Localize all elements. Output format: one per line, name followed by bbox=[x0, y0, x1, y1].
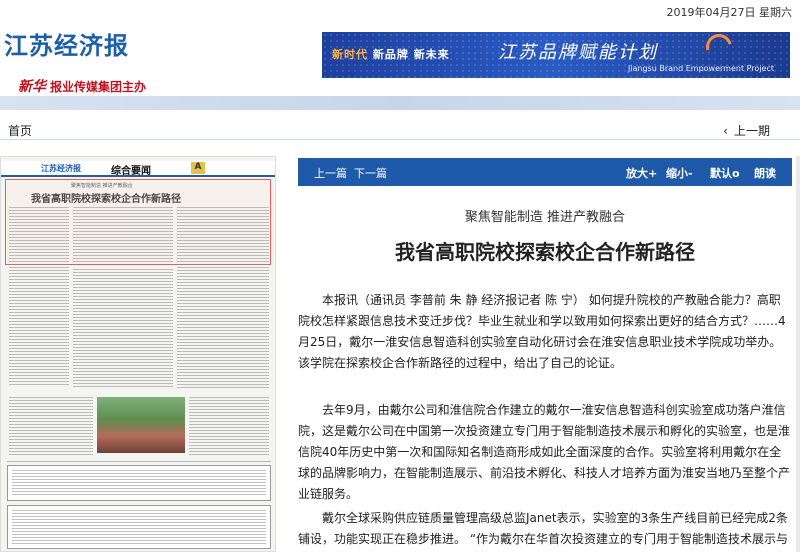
next-article-link[interactable]: 下一篇 bbox=[354, 165, 387, 181]
date-text: 2019年04月27日 星期六 bbox=[666, 6, 793, 19]
thumb-column-1[interactable] bbox=[9, 207, 69, 387]
default-size-button[interactable]: 默认o bbox=[710, 165, 740, 181]
read-aloud-button[interactable]: 朗读 bbox=[754, 165, 776, 181]
chevron-left-icon: ‹ bbox=[723, 124, 728, 138]
thumb-news-photo[interactable] bbox=[97, 397, 185, 453]
banner-subtitle: Jiangsu Brand Empowerment Project bbox=[627, 64, 774, 73]
article-paragraph: 本报讯（通讯员 李普前 朱 静 经济报记者 陈 宁） 如何提升院校的产教融合能力… bbox=[298, 293, 786, 370]
thumb-column-2[interactable] bbox=[73, 207, 173, 263]
thumb-column-4[interactable] bbox=[177, 207, 269, 389]
newspaper-page-thumbnail[interactable]: 江苏经济报 综合要闻 A 聚焦智能制造 推进产教融合 我省高职院校探索校企合作新… bbox=[0, 156, 276, 552]
article-toolbar: 上一篇 下一篇 放大+ 缩小- 默认o 朗读 bbox=[298, 158, 792, 186]
thumb-paper-name: 江苏经济报 bbox=[41, 164, 81, 173]
thumb-column-3[interactable] bbox=[73, 269, 173, 389]
brand-banner[interactable]: 新时代 新品牌 新未来 江苏品牌赋能计划 Jiangsu Brand Empow… bbox=[322, 32, 790, 78]
zoom-in-button[interactable]: 放大+ bbox=[626, 165, 657, 181]
banner-slogans: 新时代 新品牌 新未来 bbox=[332, 46, 450, 62]
home-link[interactable]: 首页 bbox=[8, 122, 32, 139]
prev-edition-link[interactable]: ‹ 上一期 bbox=[723, 122, 770, 139]
nav-bar: 首页 ‹ 上一期 bbox=[0, 118, 800, 140]
scrollbar[interactable] bbox=[796, 156, 800, 552]
article-headline: 我省高职院校探索校企合作新路径 bbox=[395, 240, 695, 264]
thumb-masthead: 江苏经济报 综合要闻 A bbox=[1, 161, 275, 177]
thumb-divider-1 bbox=[7, 461, 271, 462]
thumb-notice-text-1 bbox=[12, 470, 266, 496]
article-paragraph: 戴尔全球采购供应链质量管理高级总监Janet表示，实验室的3条生产线目前已经完成… bbox=[298, 511, 789, 546]
thumb-column-6[interactable] bbox=[189, 397, 269, 457]
banner-slogan-2: 新品牌 bbox=[372, 48, 409, 61]
article-kicker: 聚焦智能制造 推进产教融合 bbox=[464, 210, 626, 225]
banner-slogan-3: 新未来 bbox=[413, 48, 450, 61]
prev-edition-label: 上一期 bbox=[733, 124, 770, 138]
thumb-notice-box-1[interactable] bbox=[7, 465, 271, 501]
thumb-section: 综合要闻 bbox=[111, 166, 151, 177]
thumb-notice-box-2[interactable] bbox=[7, 505, 271, 549]
publisher-line: 新华 报业传媒集团主办 bbox=[18, 76, 146, 96]
banner-slogan-1: 新时代 bbox=[332, 48, 368, 61]
thumb-badge: A bbox=[191, 162, 205, 174]
publisher-logo: 新华 bbox=[18, 79, 46, 95]
prev-article-link[interactable]: 上一篇 bbox=[314, 165, 347, 181]
site-logo-title[interactable]: 江苏经济报 bbox=[4, 26, 129, 61]
publisher-text: 报业传媒集团主办 bbox=[50, 79, 147, 94]
thumb-column-5[interactable] bbox=[9, 397, 93, 457]
header-stripe bbox=[0, 96, 800, 110]
zoom-out-button[interactable]: 缩小- bbox=[666, 165, 693, 181]
banner-title: 江苏品牌赋能计划 bbox=[498, 42, 658, 63]
article-paragraph: 去年9月，由戴尔公司和淮信院合作建立的戴尔一淮安信息智造科创实验室成功落户淮信院… bbox=[298, 403, 791, 501]
thumb-notice-text-2 bbox=[12, 510, 266, 544]
